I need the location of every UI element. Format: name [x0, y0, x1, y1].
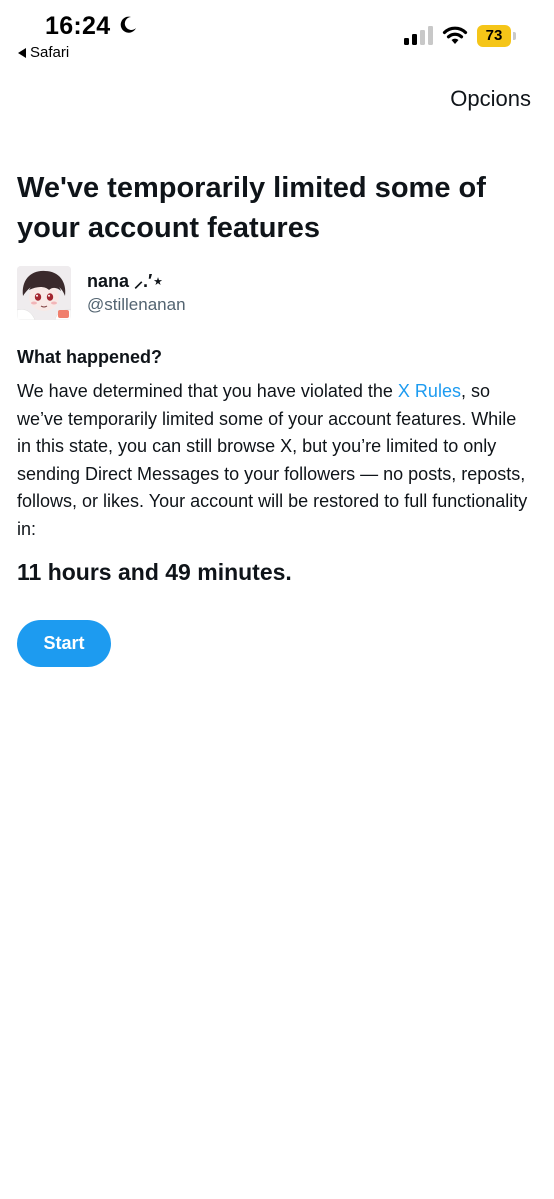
battery-cap	[513, 32, 516, 40]
back-to-app-button[interactable]: Safari	[18, 44, 69, 61]
x-rules-link[interactable]: X Rules	[398, 381, 461, 401]
options-button[interactable]: Opcions	[450, 86, 531, 112]
moon-icon	[120, 16, 136, 33]
avatar-illustration	[17, 266, 71, 320]
restriction-countdown: 11 hours and 49 minutes.	[17, 559, 292, 585]
signal-icon	[404, 26, 433, 45]
explanation-text: We have determined that you have violate…	[17, 378, 529, 543]
explanation-text-start: We have determined that you have violate…	[17, 381, 398, 401]
back-app-label: Safari	[30, 44, 70, 61]
display-name: nana ⸝.′⋆	[87, 271, 164, 291]
wifi-icon	[442, 26, 468, 44]
explanation-text-end: , so we’ve temporarily limited some of y…	[17, 381, 528, 539]
section-heading: What happened?	[17, 347, 162, 367]
page-title: We've temporarily limited some of your a…	[17, 172, 486, 244]
status-bar: 16:24 Safari 73	[0, 0, 554, 70]
battery-icon: 73	[477, 25, 511, 47]
start-button[interactable]: Start	[17, 620, 111, 667]
account-handle: @stillenanan	[87, 295, 186, 314]
account-card: nana ⸝.′⋆ @stillenanan	[17, 266, 517, 322]
back-arrow-icon	[18, 47, 26, 58]
status-time: 16:24	[45, 12, 111, 40]
avatar	[17, 266, 71, 320]
